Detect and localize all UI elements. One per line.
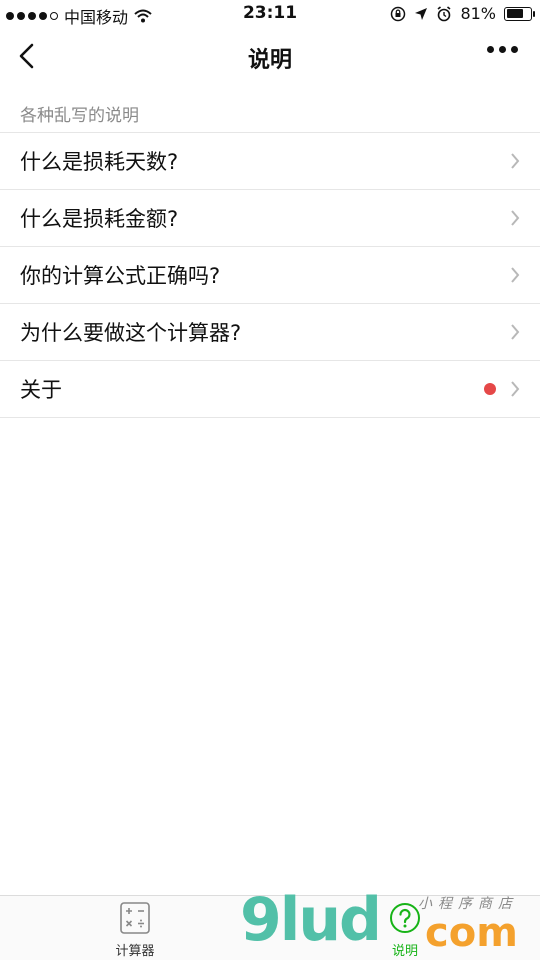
chevron-right-icon [511,267,520,283]
status-right: 81% [390,4,535,23]
tab-help[interactable]: 说明 [365,900,445,959]
list-item[interactable]: 什么是损耗天数? [0,133,540,190]
list-item-label: 什么是损耗金额? [20,207,179,231]
help-list: 什么是损耗天数? 什么是损耗金额? 你的计算公式正确吗? 为什么要做这个计算器?… [0,132,540,418]
location-icon [415,7,428,20]
question-icon [390,903,420,933]
list-item-label: 你的计算公式正确吗? [20,264,221,288]
chevron-right-icon [511,324,520,340]
chevron-right-icon [511,210,520,226]
list-item[interactable]: 为什么要做这个计算器? [0,304,540,361]
list-item[interactable]: 什么是损耗金额? [0,190,540,247]
status-bar: 中国移动 23:11 81% [0,0,540,28]
chevron-right-icon [511,381,520,397]
nav-bar: 说明 [0,28,540,84]
calculator-icon [120,902,150,934]
notification-badge [484,383,496,395]
tab-bar: 计算器 说明 [0,895,540,960]
tab-calculator[interactable]: 计算器 [95,900,175,959]
more-icon[interactable] [487,46,518,53]
list-item-about[interactable]: 关于 [0,361,540,418]
list-item-label: 为什么要做这个计算器? [20,321,242,345]
alarm-icon [437,5,451,21]
rotation-lock-icon [391,6,406,21]
section-title: 各种乱写的说明 [20,106,139,126]
tab-label: 计算器 [115,944,155,959]
list-item[interactable]: 你的计算公式正确吗? [0,247,540,304]
battery-percent: 81% [460,4,496,23]
battery-icon [504,6,535,21]
list-item-label: 关于 [20,378,62,402]
chevron-right-icon [511,153,520,169]
tab-label: 说明 [391,944,418,959]
page-title: 说明 [247,48,292,73]
list-item-label: 什么是损耗天数? [20,150,179,174]
